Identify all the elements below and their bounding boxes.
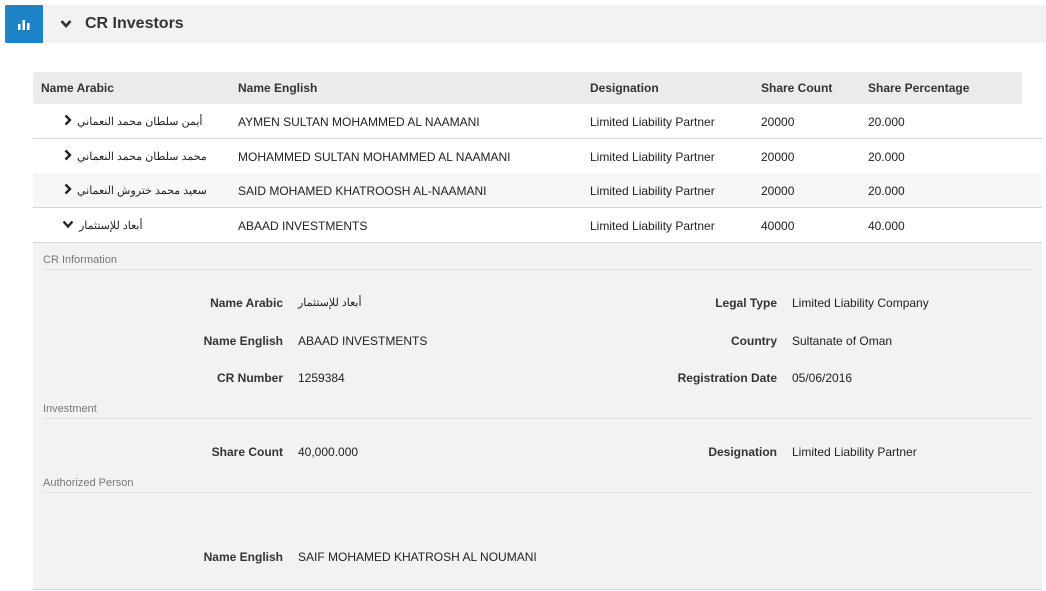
cell-name-english: AYMEN SULTAN MOHAMMED AL NAAMANI: [238, 115, 480, 129]
label-cr-number: CR Number: [216, 371, 283, 385]
cell-name-english: SAID MOHAMED KHATROOSH AL-NAAMANI: [238, 184, 487, 198]
section-title-investment: Investment: [43, 403, 97, 415]
cell-name-arabic: محمد سلطان محمد النعماني: [77, 151, 207, 163]
section-title-authorized-person: Authorized Person: [43, 477, 134, 489]
cell-share-percentage: 20.000: [868, 184, 905, 198]
section-title-cr-information: CR Information: [43, 254, 117, 266]
chevron-right-icon[interactable]: [64, 114, 72, 126]
cell-share-count: 40000: [761, 219, 795, 233]
cell-name-arabic: سعيد محمد ختروش النعماني: [77, 185, 207, 197]
panel-title: CR Investors: [85, 15, 184, 32]
table-header: Name Arabic Name English Designation Sha…: [33, 72, 1022, 104]
value-cr-number: 1259384: [298, 371, 345, 385]
chevron-down-icon[interactable]: [60, 19, 72, 29]
section-divider: [43, 418, 1032, 419]
table-row[interactable]: سعيد محمد ختروش النعماني SAID MOHAMED KH…: [33, 173, 1042, 208]
table-row[interactable]: أيمن سلطان محمد النعماني AYMEN SULTAN MO…: [33, 104, 1042, 139]
value-authorized-name-english: SAIF MOHAMED KHATROSH AL NOUMANI: [298, 550, 537, 564]
value-country: Sultanate of Oman: [792, 334, 893, 348]
col-share-percentage[interactable]: Share Percentage: [868, 81, 969, 95]
col-designation[interactable]: Designation: [590, 81, 659, 95]
cell-designation: Limited Liability Partner: [590, 219, 715, 233]
cell-designation: Limited Liability Partner: [590, 150, 715, 164]
cell-name-arabic: أبعاد للإستثمار: [79, 220, 143, 232]
section-divider: [43, 269, 1032, 270]
label-authorized-name-english: Name English: [203, 550, 283, 564]
value-legal-type: Limited Liability Company: [792, 296, 929, 310]
cell-share-count: 20000: [761, 115, 795, 129]
chevron-right-icon[interactable]: [64, 149, 72, 161]
label-name-arabic: Name Arabic: [210, 296, 283, 310]
label-registration-date: Registration Date: [677, 371, 777, 385]
cell-share-count: 20000: [761, 150, 795, 164]
col-name-arabic[interactable]: Name Arabic: [41, 81, 114, 95]
cell-name-english: MOHAMMED SULTAN MOHAMMED AL NAAMANI: [238, 150, 511, 164]
cell-share-percentage: 20.000: [868, 150, 905, 164]
section-divider: [43, 492, 1032, 493]
bar-chart-icon: [18, 20, 30, 30]
cell-share-count: 20000: [761, 184, 795, 198]
col-name-english[interactable]: Name English: [238, 81, 317, 95]
panel-header: CR Investors: [5, 5, 1046, 43]
cell-share-percentage: 20.000: [868, 115, 905, 129]
label-legal-type: Legal Type: [715, 296, 777, 310]
cell-name-english: ABAAD INVESTMENTS: [238, 219, 368, 233]
chart-button[interactable]: [5, 5, 43, 43]
table-row[interactable]: محمد سلطان محمد النعماني MOHAMMED SULTAN…: [33, 139, 1042, 174]
label-name-english: Name English: [203, 334, 283, 348]
value-name-english: ABAAD INVESTMENTS: [298, 334, 428, 348]
value-name-arabic: أبعاد للإستثمار: [298, 297, 362, 309]
label-share-count: Share Count: [211, 445, 283, 459]
chevron-right-icon[interactable]: [64, 183, 72, 195]
cell-designation: Limited Liability Partner: [590, 184, 715, 198]
cell-name-arabic: أيمن سلطان محمد النعماني: [77, 116, 203, 128]
chevron-down-icon[interactable]: [62, 220, 74, 229]
row-details-panel: CR Information Name Arabic أبعاد للإستثم…: [33, 243, 1042, 590]
col-share-count[interactable]: Share Count: [761, 81, 832, 95]
value-designation: Limited Liability Partner: [792, 445, 917, 459]
label-designation: Designation: [708, 445, 777, 459]
value-share-count: 40,000.000: [298, 445, 359, 459]
cell-designation: Limited Liability Partner: [590, 115, 715, 129]
value-registration-date: 05/06/2016: [792, 371, 853, 385]
table-row[interactable]: أبعاد للإستثمار ABAAD INVESTMENTS Limite…: [33, 208, 1042, 243]
label-country: Country: [731, 334, 777, 348]
cell-share-percentage: 40.000: [868, 219, 905, 233]
